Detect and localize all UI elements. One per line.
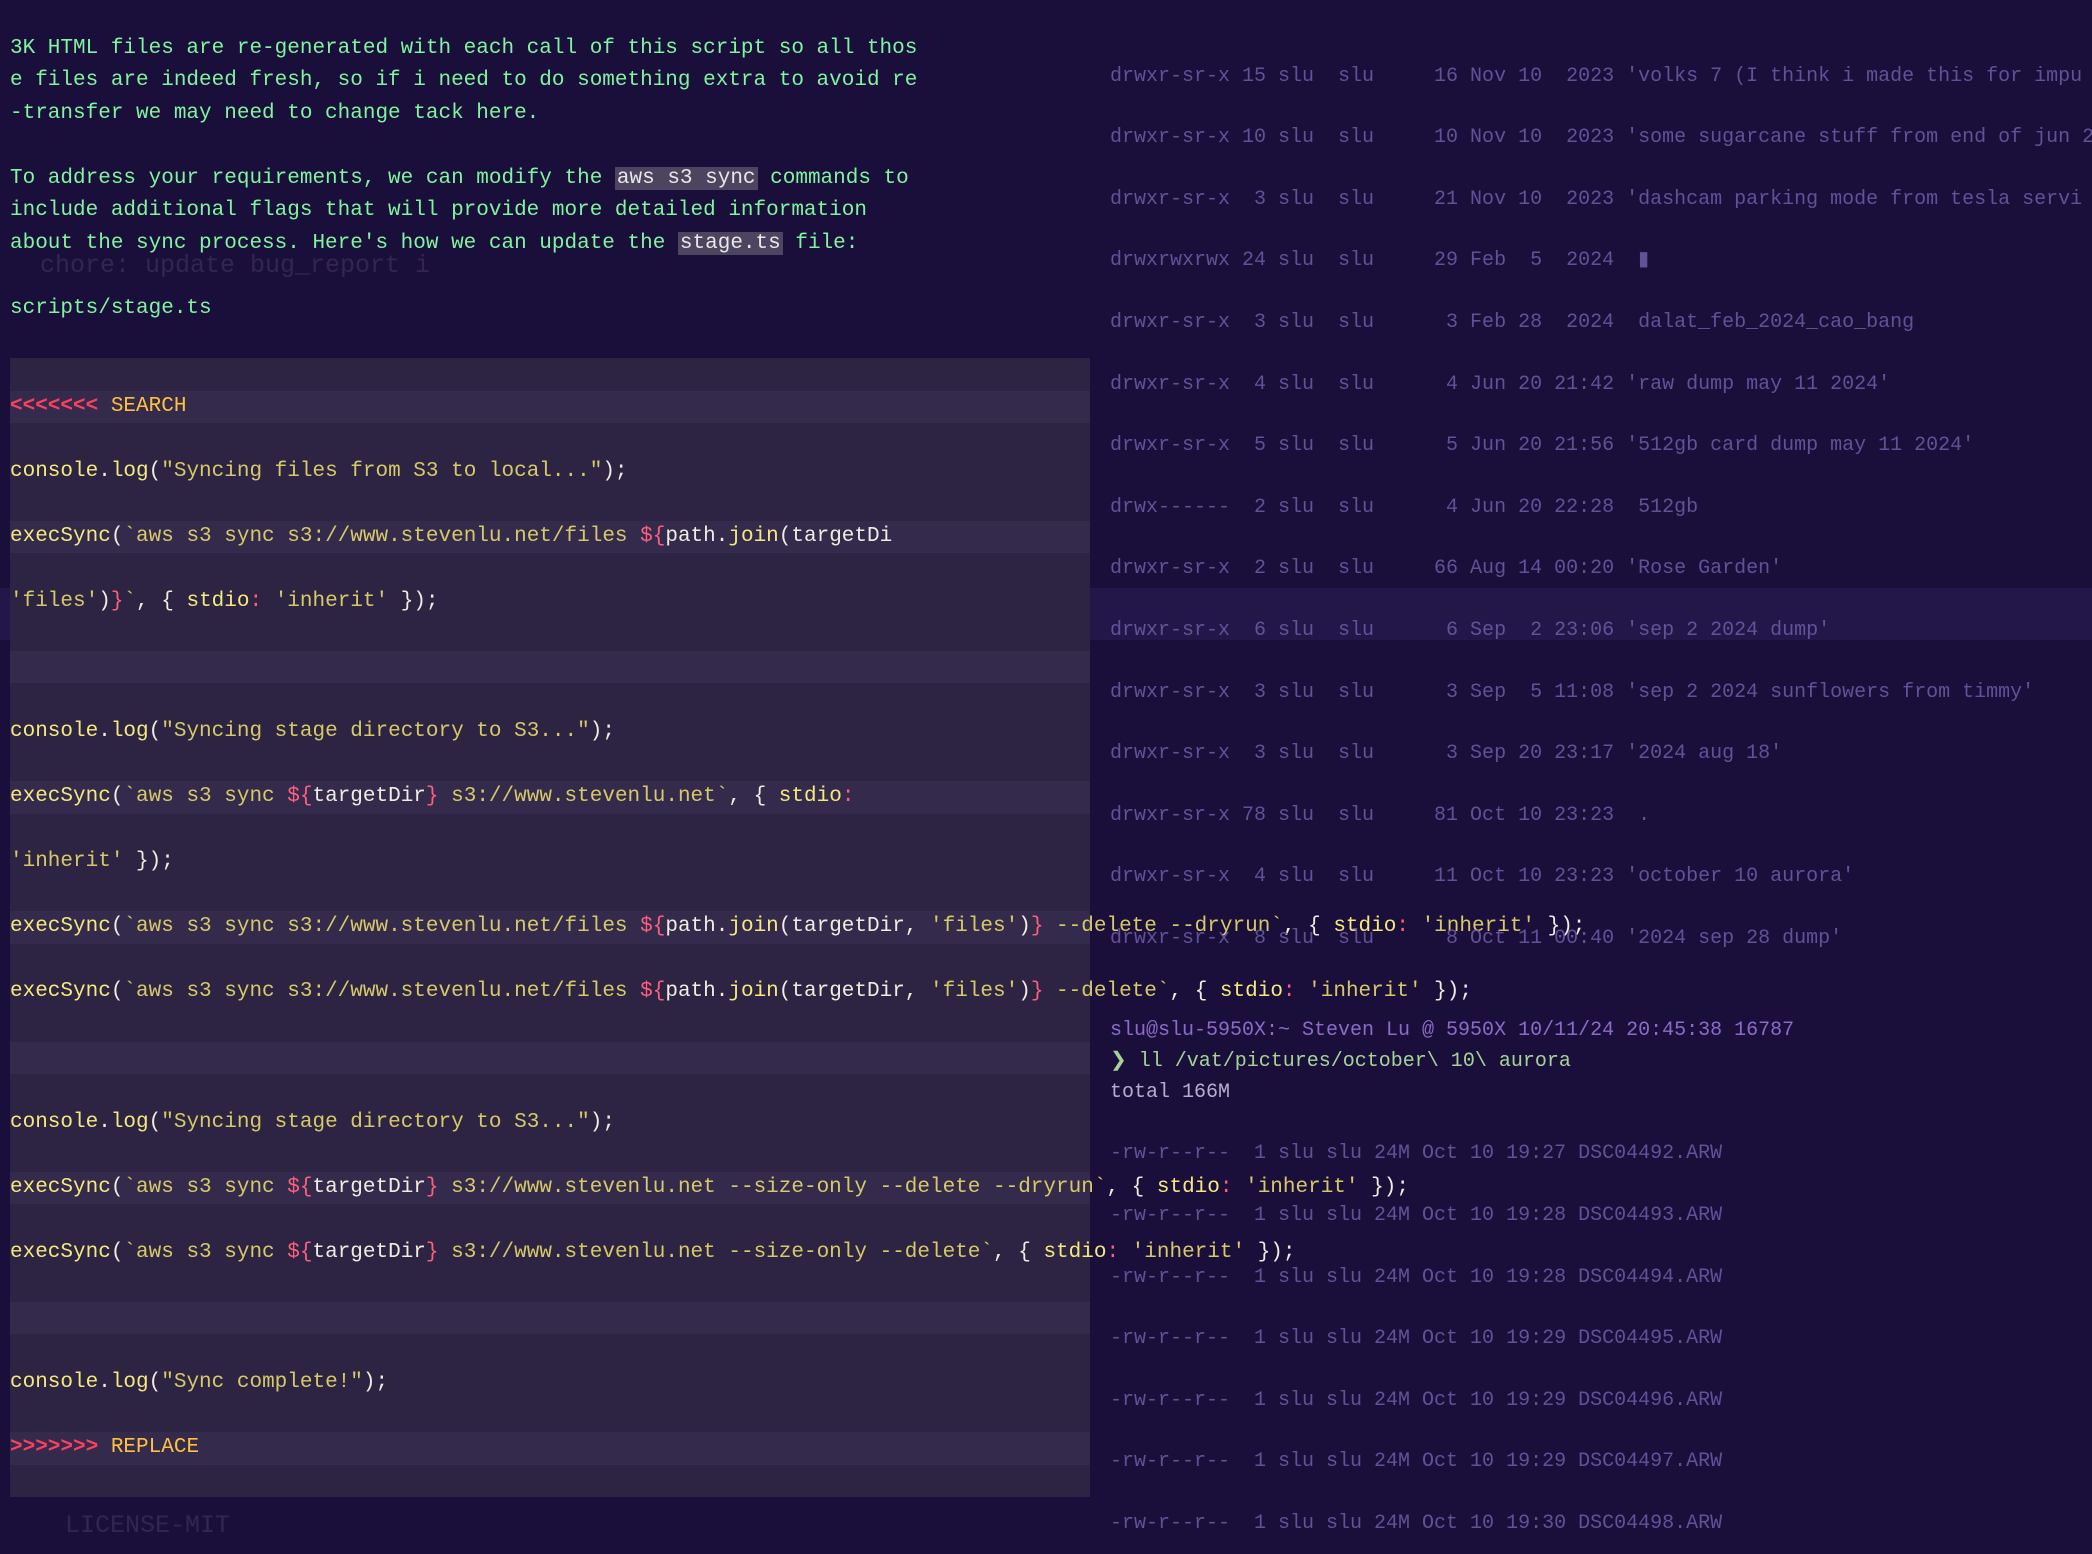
ls-listing: drwxr-sr-x 15 slu slu 16 Nov 10 2023 'vo… [1110, 31, 2082, 986]
intro-text: 3K HTML files are re-generated with each… [10, 37, 917, 125]
prompt-line: slu@slu-5950X:~ Steven Lu @ 5950X 10/11/… [1110, 1019, 1794, 1042]
terminal-pane[interactable]: drwxr-sr-x 15 slu slu 16 Nov 10 2023 'vo… [1100, 0, 2092, 1554]
total-line: total 166M [1110, 1081, 1230, 1104]
search-marker: <<<<<<< [10, 395, 98, 418]
arw-listing: -rw-r--r-- 1 slu slu 24M Oct 10 19:27 DS… [1110, 1109, 2082, 1554]
chat-pane[interactable]: 3K HTML files are re-generated with each… [0, 0, 1100, 1554]
file-path-1: scripts/stage.ts [10, 297, 212, 320]
code-block-1: <<<<<<< SEARCH console.log("Syncing file… [10, 358, 1090, 1497]
command[interactable]: ❯ ll /vat/pictures/october\ 10\ aurora [1110, 1050, 1571, 1073]
addr-line: To address your requirements, we can mod… [10, 167, 909, 255]
replace-marker: >>>>>>> [10, 1436, 98, 1459]
